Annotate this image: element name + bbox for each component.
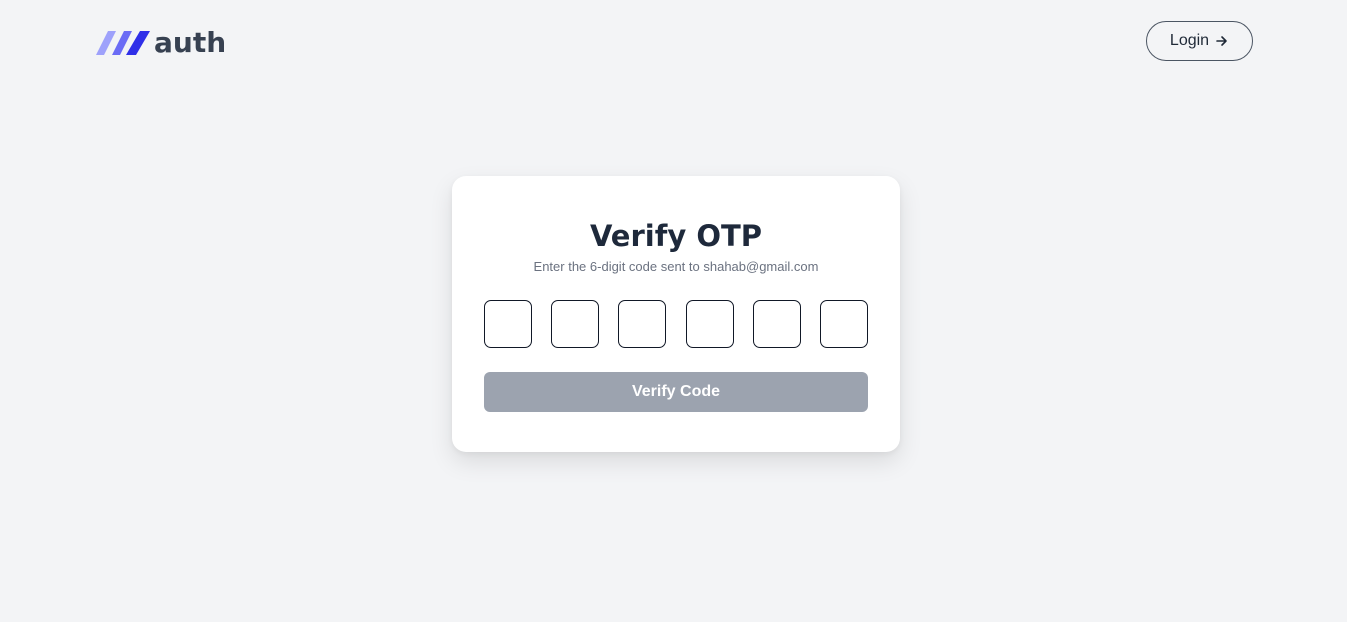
verify-otp-card: Verify OTP Enter the 6-digit code sent t… — [452, 176, 900, 452]
otp-digit-3[interactable] — [618, 300, 667, 348]
otp-digit-1[interactable] — [484, 300, 532, 348]
card-title: Verify OTP — [589, 219, 763, 253]
card-subtitle: Enter the 6-digit code sent to shahab@gm… — [533, 259, 819, 274]
logo[interactable]: auth — [96, 26, 226, 60]
otp-digit-5[interactable] — [752, 300, 801, 348]
login-button[interactable]: Login — [1146, 21, 1253, 61]
otp-digit-6[interactable] — [819, 300, 868, 348]
logo-stripes-icon — [96, 31, 150, 55]
otp-digit-4[interactable] — [685, 300, 734, 348]
page: auth Login Verify OTP Enter the 6-digit … — [0, 0, 1347, 622]
arrow-right-icon — [1216, 36, 1227, 46]
otp-digit-2[interactable] — [551, 300, 600, 348]
login-label: Login — [1169, 32, 1210, 49]
otp-input-group — [484, 300, 868, 348]
verify-code-button[interactable]: Verify Code — [484, 372, 868, 412]
logo-text: auth — [154, 26, 227, 59]
